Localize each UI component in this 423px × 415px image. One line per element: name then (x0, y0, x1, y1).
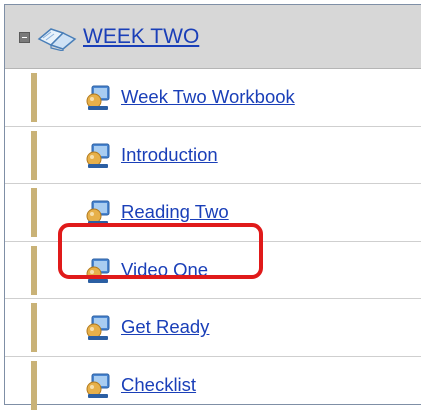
list-item: Get Ready (5, 299, 421, 357)
item-link-introduction[interactable]: Introduction (121, 144, 218, 166)
item-accent-bar (31, 303, 37, 353)
item-link-video-one[interactable]: Video One (121, 259, 208, 281)
course-outline-panel: WEEK TWO Week Two Workbook Introduction … (4, 4, 421, 410)
list-item: Week Two Workbook (5, 69, 421, 127)
item-link-reading-two[interactable]: Reading Two (121, 201, 229, 223)
item-link-get-ready[interactable]: Get Ready (121, 316, 209, 338)
week-section-header: WEEK TWO (5, 5, 421, 69)
list-item: Checklist (5, 357, 421, 415)
collapse-icon[interactable] (19, 32, 30, 43)
week-items-list: Week Two Workbook Introduction Reading T… (5, 69, 421, 415)
list-item: Video One (5, 242, 421, 300)
item-accent-bar (31, 73, 37, 122)
week-title-link[interactable]: WEEK TWO (83, 25, 199, 49)
resource-icon (86, 200, 110, 226)
item-accent-bar (31, 130, 37, 180)
book-icon (37, 28, 77, 51)
resource-icon (86, 143, 110, 168)
resource-icon (86, 315, 110, 341)
item-accent-bar (31, 360, 37, 410)
item-link-week-two-workbook[interactable]: Week Two Workbook (121, 86, 295, 108)
resource-icon (86, 373, 110, 398)
resource-icon (86, 258, 110, 283)
item-link-checklist[interactable]: Checklist (121, 374, 196, 396)
item-accent-bar (31, 188, 37, 238)
resource-icon (86, 85, 110, 110)
item-accent-bar (31, 245, 37, 295)
list-item: Introduction (5, 127, 421, 185)
list-item: Reading Two (5, 184, 421, 242)
